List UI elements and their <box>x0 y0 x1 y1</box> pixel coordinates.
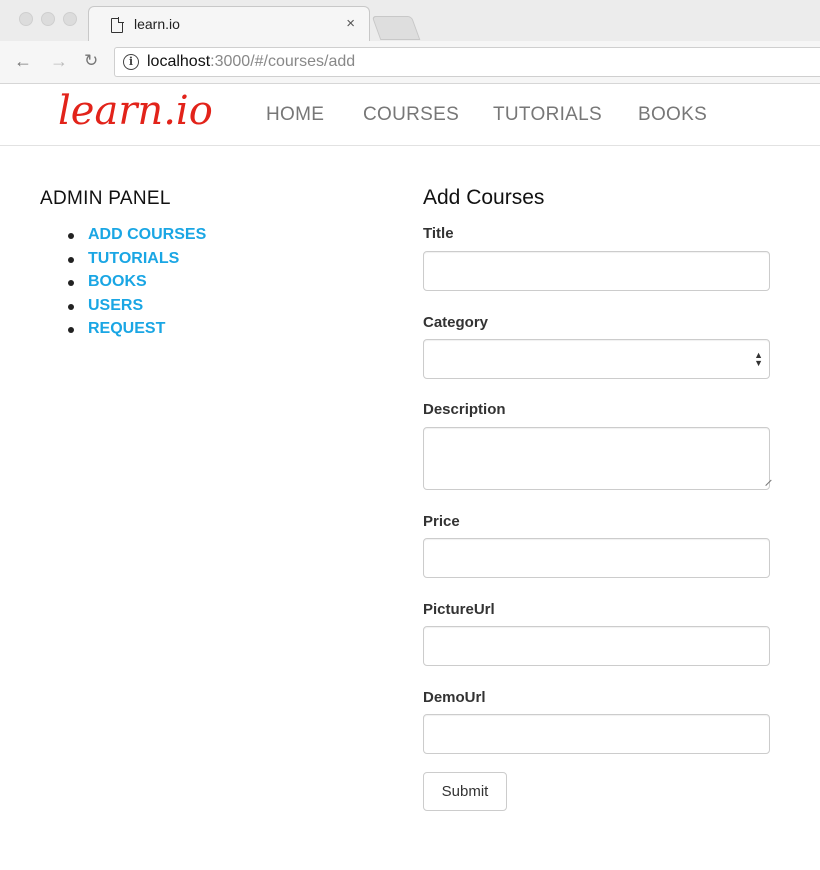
browser-tab-strip: learn.io × <box>0 0 820 42</box>
category-select[interactable]: ▲ ▼ <box>423 339 770 379</box>
nav-courses[interactable]: COURSES <box>363 104 459 126</box>
title-label: Title <box>423 225 454 242</box>
nav-books[interactable]: BOOKS <box>638 104 707 126</box>
browser-tab[interactable]: learn.io × <box>88 6 370 42</box>
admin-link-users[interactable]: USERS <box>66 296 206 320</box>
admin-link-tutorials[interactable]: TUTORIALS <box>66 249 206 273</box>
category-label: Category <box>423 314 489 331</box>
address-bar[interactable]: i localhost:3000/#/courses/add <box>114 47 820 77</box>
select-arrows-icon: ▲ ▼ <box>754 350 763 368</box>
price-label: Price <box>423 513 460 530</box>
tab-close-icon[interactable]: × <box>346 15 355 32</box>
admin-menu: ADD COURSES TUTORIALS BOOKS USERS REQUES… <box>66 225 206 343</box>
pictureurl-input[interactable] <box>423 626 770 666</box>
window-minimize-icon[interactable] <box>41 12 55 26</box>
url-host: localhost <box>147 53 211 70</box>
submit-button[interactable]: Submit <box>423 772 507 811</box>
resize-grip-icon[interactable] <box>760 474 772 486</box>
new-tab-button[interactable] <box>371 16 421 40</box>
nav-home[interactable]: HOME <box>266 104 324 126</box>
demourl-label: DemoUrl <box>423 689 486 706</box>
forward-arrow-icon[interactable]: → <box>50 51 68 72</box>
info-icon[interactable]: i <box>123 54 139 70</box>
url-path: :3000/#/courses/add <box>210 53 356 70</box>
demourl-input[interactable] <box>423 714 770 754</box>
url-text: localhost:3000/#/courses/add <box>147 53 355 71</box>
nav-tutorials[interactable]: TUTORIALS <box>493 104 602 126</box>
tab-title: learn.io <box>134 16 180 32</box>
reload-icon[interactable]: ↻ <box>84 51 98 71</box>
pictureurl-label: PictureUrl <box>423 601 495 618</box>
title-input[interactable] <box>423 251 770 291</box>
admin-link-request[interactable]: REQUEST <box>66 319 206 343</box>
site-header: learn.io HOME COURSES TUTORIALS BOOKS <box>0 84 820 146</box>
admin-link-add-courses[interactable]: ADD COURSES <box>66 225 206 249</box>
description-label: Description <box>423 401 506 418</box>
window-close-icon[interactable] <box>19 12 33 26</box>
site-logo[interactable]: learn.io <box>58 88 213 134</box>
price-input[interactable] <box>423 538 770 578</box>
window-maximize-icon[interactable] <box>63 12 77 26</box>
back-arrow-icon[interactable]: ← <box>14 51 32 72</box>
admin-link-books[interactable]: BOOKS <box>66 272 206 296</box>
admin-panel-title: ADMIN PANEL <box>40 188 171 209</box>
description-textarea[interactable] <box>423 427 772 490</box>
form-title: Add Courses <box>423 186 545 209</box>
document-icon <box>111 17 124 33</box>
browser-toolbar: ← → ↻ i localhost:3000/#/courses/add <box>0 41 820 84</box>
